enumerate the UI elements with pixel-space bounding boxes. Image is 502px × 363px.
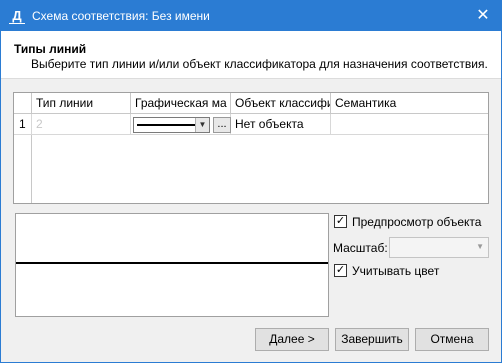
window-title: Схема соответствия: Без имени [32,9,210,23]
line-style-preview [137,124,195,126]
wizard-header: Типы линий Выберите тип линии и/или объе… [1,31,501,79]
column-header-classifier-object[interactable]: Объект классифи [231,93,331,113]
column-header-graphic[interactable]: Графическая ма [131,93,231,113]
preview-checkbox[interactable]: ✓ [334,215,347,228]
grid-header: Тип линии Графическая ма Объект классифи… [14,93,488,114]
table-row[interactable]: 1 2 Нет объекта [14,114,488,135]
chevron-down-icon[interactable]: ▼ [195,118,209,132]
column-header-line-type[interactable]: Тип линии [32,93,131,113]
cell-classifier-object[interactable]: Нет объекта [231,114,331,134]
title-bar[interactable]: Д Схема соответствия: Без имени ✕ [1,1,501,31]
close-icon: ✕ [476,7,490,24]
preview-panel [15,213,329,317]
close-button[interactable]: ✕ [465,1,501,31]
line-style-combo[interactable]: ▼ [133,117,210,133]
scale-label: Масштаб: [333,241,388,255]
cell-line-type[interactable]: 2 [32,114,131,134]
cell-semantics[interactable] [331,114,488,134]
app-icon: Д [9,8,25,24]
dialog-window: Д Схема соответствия: Без имени ✕ Типы л… [0,0,502,363]
scale-select[interactable]: ▼ [389,237,489,258]
preview-line [16,262,328,264]
next-button[interactable]: Далее > [255,328,329,351]
column-header-semantics[interactable]: Семантика [331,93,488,113]
preview-checkbox-label[interactable]: Предпросмотр объекта [352,215,481,229]
chevron-down-icon: ▼ [476,242,484,251]
line-types-grid[interactable]: Тип линии Графическая ма Объект классифи… [13,92,489,204]
color-checkbox-label[interactable]: Учитывать цвет [352,264,439,278]
page-title: Типы линий [14,42,87,56]
corner-cell [14,93,32,113]
cancel-button[interactable]: Отмена [415,328,489,351]
browse-button[interactable]: ... [213,117,231,133]
page-subtitle: Выберите тип линии и/или объект классифи… [31,57,488,71]
row-index: 1 [14,114,32,134]
color-checkbox[interactable]: ✓ [334,264,347,277]
finish-button[interactable]: Завершить [335,328,409,351]
